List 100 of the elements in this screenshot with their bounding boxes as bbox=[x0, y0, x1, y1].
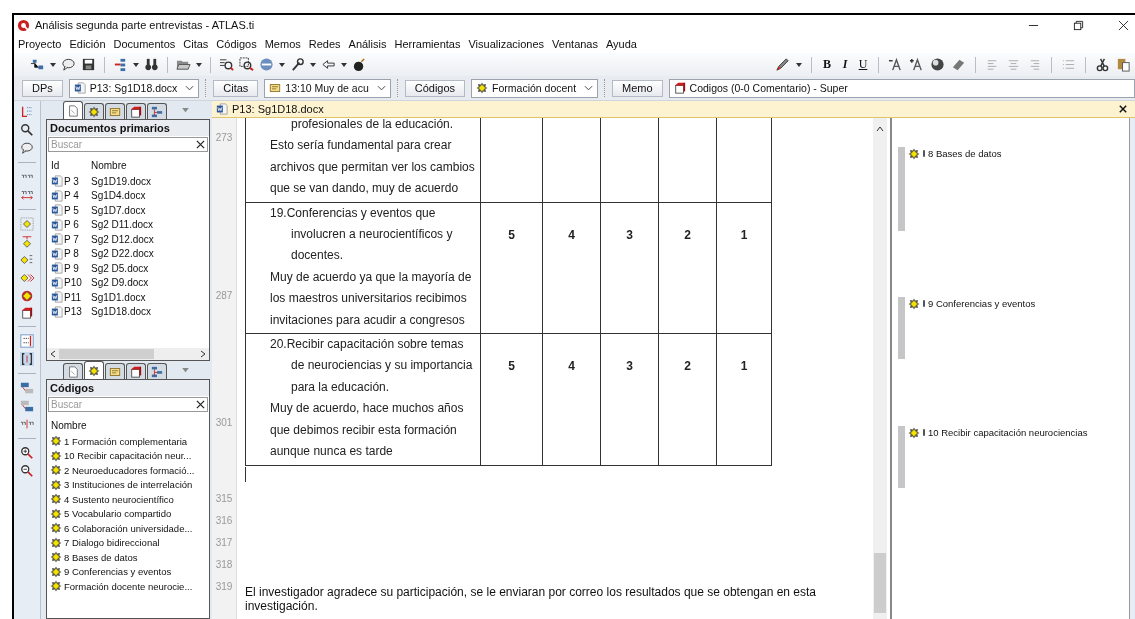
window-arrow-icon[interactable] bbox=[20, 381, 34, 395]
dropdown-caret-icon[interactable] bbox=[279, 61, 285, 68]
vertical-scrollbar[interactable] bbox=[873, 118, 890, 619]
speech-bubble-icon[interactable] bbox=[20, 141, 34, 155]
selector-dropdown[interactable]: Formación docent bbox=[471, 78, 599, 98]
panel-tab[interactable] bbox=[126, 103, 146, 119]
quote-split-icon[interactable] bbox=[20, 417, 34, 431]
document-name[interactable]: Sg2 D9.docx bbox=[91, 277, 149, 289]
menu-item[interactable]: Ventanas bbox=[552, 38, 598, 50]
search-grid-icon[interactable] bbox=[239, 57, 254, 72]
search-field[interactable]: Buscar bbox=[48, 397, 208, 412]
code-name[interactable]: 6 Colaboración universidade... bbox=[64, 522, 193, 534]
horizontal-scrollbar[interactable] bbox=[47, 348, 209, 360]
document-id[interactable]: P 8 bbox=[64, 248, 90, 260]
paste-icon[interactable] bbox=[1116, 57, 1131, 72]
panel-tab[interactable] bbox=[63, 101, 83, 119]
format-button[interactable]: U bbox=[857, 57, 869, 72]
clear-icon[interactable] bbox=[196, 140, 205, 149]
hierarchy-icon[interactable] bbox=[113, 57, 128, 72]
code-name[interactable]: 3 Instituciones de interrelación bbox=[64, 479, 193, 491]
dropdown-arrow-icon[interactable] bbox=[182, 108, 189, 113]
scroll-right-icon[interactable] bbox=[200, 350, 206, 358]
eraser-icon[interactable] bbox=[951, 57, 966, 72]
bracket-icon[interactable] bbox=[20, 352, 34, 366]
menu-item[interactable]: Edición bbox=[69, 38, 106, 50]
format-button[interactable]: I bbox=[839, 57, 851, 72]
pen-icon[interactable] bbox=[775, 57, 790, 72]
menu-item[interactable]: Documentos bbox=[113, 38, 176, 50]
clear-icon[interactable] bbox=[196, 400, 205, 409]
margin-code-label[interactable]: 10 Recibir capacitación neurociencias bbox=[928, 427, 1088, 438]
binoculars-icon[interactable] bbox=[144, 57, 159, 72]
tree-icon[interactable] bbox=[30, 57, 45, 72]
search-field[interactable]: Buscar bbox=[48, 137, 208, 152]
menu-item[interactable]: Memos bbox=[264, 38, 301, 50]
panel-tab[interactable] bbox=[147, 103, 167, 119]
back-arrow-icon[interactable] bbox=[321, 57, 336, 72]
code-name[interactable]: 1 Formación complementaria bbox=[64, 435, 188, 447]
document-id[interactable]: P 7 bbox=[64, 233, 90, 245]
speech-bubble-icon[interactable] bbox=[61, 57, 76, 72]
document-id[interactable]: P13 bbox=[64, 306, 90, 318]
document-name[interactable]: Sg1D4.docx bbox=[91, 190, 146, 202]
document-name[interactable]: Sg1D19.docx bbox=[91, 175, 152, 187]
panel-tab[interactable] bbox=[84, 361, 104, 379]
code-name[interactable]: 5 Vocabulario compartido bbox=[64, 508, 172, 520]
document-id[interactable]: P11 bbox=[64, 291, 90, 303]
document-id[interactable]: P 3 bbox=[64, 175, 90, 187]
selector-button[interactable]: Citas bbox=[213, 79, 259, 97]
document-name[interactable]: Sg2 D22.docx bbox=[91, 248, 154, 260]
burst-link-icon[interactable] bbox=[20, 235, 34, 249]
margin-code-label[interactable]: 8 Bases de datos bbox=[928, 148, 1002, 159]
menu-item[interactable]: Citas bbox=[183, 38, 209, 50]
panel-tab[interactable] bbox=[105, 103, 125, 119]
document-tab-title[interactable]: P13: Sg1D18.docx bbox=[232, 103, 324, 115]
selector-button[interactable]: Códigos bbox=[404, 79, 466, 97]
code-name[interactable]: 4 Sustento neurocientífico bbox=[64, 493, 174, 505]
code-name[interactable]: 7 Dialogo bidireccional bbox=[64, 537, 160, 549]
close-icon[interactable] bbox=[1118, 19, 1129, 31]
memo-button[interactable]: Memo bbox=[612, 79, 663, 97]
menu-item[interactable]: Redes bbox=[308, 38, 341, 50]
dropdown-caret-icon[interactable] bbox=[196, 61, 202, 68]
search-list-icon[interactable] bbox=[219, 57, 234, 72]
bomb-icon[interactable] bbox=[352, 57, 367, 72]
document-name[interactable]: Sg2 D5.docx bbox=[91, 262, 149, 274]
document-id[interactable]: P 9 bbox=[64, 262, 90, 274]
menu-item[interactable]: Herramientas bbox=[394, 38, 461, 50]
search-icon[interactable] bbox=[20, 123, 34, 137]
panel-tab[interactable] bbox=[126, 363, 146, 379]
code-name[interactable]: 10 Recibir capacitación neur... bbox=[64, 450, 192, 462]
document-id[interactable]: P10 bbox=[64, 277, 90, 289]
burst-arrows-icon[interactable] bbox=[20, 271, 34, 285]
dropdown-caret-icon[interactable] bbox=[341, 61, 347, 68]
document-name[interactable]: Sg2 D11.docx bbox=[91, 219, 154, 231]
dropdown-arrow-icon[interactable] bbox=[182, 368, 189, 373]
column-header[interactable]: Nombre bbox=[51, 419, 91, 431]
font-decrease-icon[interactable] bbox=[888, 57, 903, 72]
selector-dropdown[interactable]: P13: Sg1D18.docx bbox=[68, 78, 200, 98]
zoom-in-icon[interactable] bbox=[20, 446, 34, 460]
document-name[interactable]: Sg2 D12.docx bbox=[91, 233, 154, 245]
dropdown-caret-icon[interactable] bbox=[310, 61, 316, 68]
save-icon[interactable] bbox=[81, 57, 96, 72]
dropdown-caret-icon[interactable] bbox=[50, 61, 56, 68]
scissors-icon[interactable] bbox=[1095, 57, 1110, 72]
margin-code-label[interactable]: 9 Conferencias y eventos bbox=[928, 298, 1036, 309]
document-id[interactable]: P 5 bbox=[64, 204, 90, 216]
close-icon[interactable] bbox=[1119, 105, 1127, 113]
dropdown-caret-icon[interactable] bbox=[796, 61, 802, 68]
document-name[interactable]: Sg1D1.docx bbox=[91, 291, 146, 303]
panel-tab[interactable] bbox=[147, 363, 167, 379]
menu-item[interactable]: Proyecto bbox=[18, 38, 62, 50]
panel-tab[interactable] bbox=[84, 103, 104, 119]
font-increase-icon[interactable] bbox=[909, 57, 924, 72]
restore-icon[interactable] bbox=[1073, 19, 1084, 31]
column-header[interactable]: Nombre bbox=[91, 159, 127, 171]
document-id[interactable]: P 4 bbox=[64, 190, 90, 202]
code-name[interactable]: Formación docente neurocie... bbox=[64, 580, 193, 592]
code-name[interactable]: 9 Conferencias y eventos bbox=[64, 566, 172, 578]
scrollbar-thumb[interactable] bbox=[874, 553, 886, 613]
wrench-icon[interactable] bbox=[290, 57, 305, 72]
code-name[interactable]: 8 Bases de datos bbox=[64, 551, 138, 563]
zoom-level-icon[interactable] bbox=[20, 334, 34, 348]
